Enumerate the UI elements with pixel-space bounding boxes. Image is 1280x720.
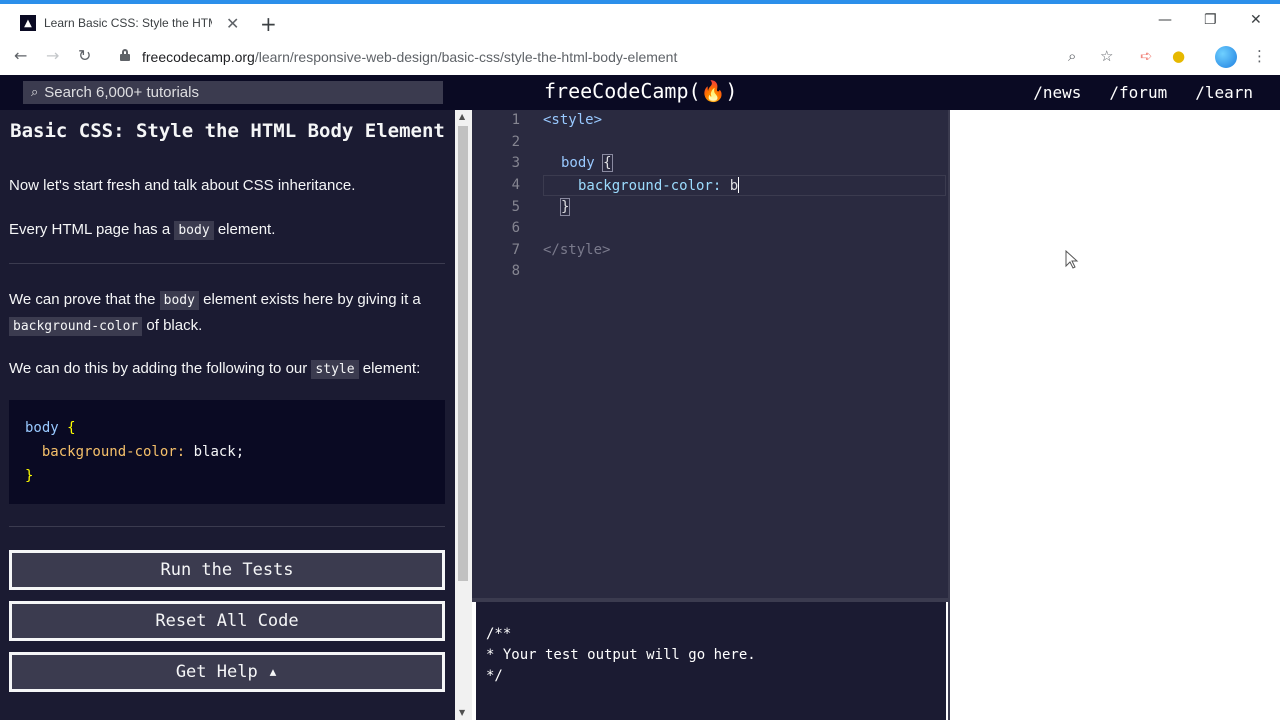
code-line-5: } <box>559 198 571 216</box>
fcc-navbar: ⌕ Search 6,000+ tutorials freeCodeCamp(🔥… <box>0 75 1280 110</box>
instructions-scrollbar[interactable]: ▲ ▼ <box>455 110 472 720</box>
line-number: 7 <box>511 242 520 258</box>
test-output-panel: /** * Your test output will go here. */ <box>476 602 946 720</box>
code-line-3: body { <box>561 154 613 172</box>
text: element exists here by giving it a <box>203 291 421 308</box>
url-path: /learn/responsive-web-design/basic-css/s… <box>254 49 678 65</box>
search-input[interactable]: ⌕ Search 6,000+ tutorials <box>23 81 443 104</box>
nav-link-news[interactable]: /news <box>1033 83 1081 102</box>
text-cursor <box>738 177 740 193</box>
code-value: b <box>729 178 739 194</box>
reload-icon[interactable]: ↻ <box>78 46 91 65</box>
line-number: 8 <box>511 263 520 279</box>
fcc-logo[interactable]: freeCodeCamp(🔥) <box>544 79 737 103</box>
text: element. <box>217 221 276 238</box>
inline-code: style <box>311 360 359 379</box>
inline-code: body <box>174 221 214 240</box>
text: of black. <box>146 317 203 334</box>
search-placeholder: Search 6,000+ tutorials <box>44 84 199 101</box>
nav-link-forum[interactable]: /forum <box>1109 83 1167 102</box>
bookmark-star-icon[interactable]: ☆ <box>1100 47 1113 65</box>
code-line-4: background-color: b <box>578 177 740 194</box>
code-selector: body <box>561 155 595 171</box>
extension-arrow-icon[interactable]: ➪ <box>1140 47 1153 65</box>
new-tab-icon[interactable]: + <box>260 12 277 36</box>
profile-avatar[interactable] <box>1215 46 1237 68</box>
freecodecamp-favicon-icon: ▲ <box>20 15 36 31</box>
scrollbar-thumb[interactable] <box>458 126 468 581</box>
url-domain: freecodecamp.org <box>142 49 255 65</box>
challenge-title: Basic CSS: Style the HTML Body Element <box>10 120 445 142</box>
paragraph-style-element: We can do this by adding the following t… <box>9 356 449 382</box>
text: We can prove that the <box>9 291 156 308</box>
search-icon: ⌕ <box>31 85 39 100</box>
menu-kebab-icon[interactable]: ⋮ <box>1252 47 1267 65</box>
mouse-pointer-icon <box>1065 250 1079 269</box>
code-value: black; <box>193 444 245 460</box>
code-property: background-color: <box>578 178 722 194</box>
paragraph-body-element: Every HTML page has a body element. <box>9 217 449 243</box>
run-tests-button[interactable]: Run the Tests <box>9 550 445 590</box>
scroll-down-icon[interactable]: ▼ <box>459 708 465 717</box>
reset-code-button[interactable]: Reset All Code <box>9 601 445 641</box>
line-number: 2 <box>511 134 520 150</box>
minimize-icon[interactable]: — <box>1158 12 1172 28</box>
extension-honey-icon[interactable]: ● <box>1172 47 1185 65</box>
code-editor[interactable]: 1 2 3 4 5 6 7 8 <style> body { backgroun… <box>472 110 948 598</box>
code-brace: { <box>602 154 613 172</box>
zoom-search-icon[interactable]: ⌕ <box>1068 47 1076 65</box>
inline-code: background-color <box>9 317 143 336</box>
paragraph-prove: We can prove that the body element exist… <box>9 287 449 339</box>
browser-toolbar: ← → ↻ freecodecamp.org/learn/responsive-… <box>0 38 1280 75</box>
example-code-block: body { background-color: black; } <box>9 400 445 504</box>
instructions-panel: Basic CSS: Style the HTML Body Element N… <box>0 110 455 720</box>
lock-icon <box>120 49 130 61</box>
back-icon[interactable]: ← <box>14 46 27 65</box>
line-number: 6 <box>511 220 520 236</box>
line-number: 5 <box>511 199 520 215</box>
line-number: 3 <box>511 155 520 171</box>
inline-code: body <box>159 291 199 310</box>
browser-tab[interactable]: ▲ Learn Basic CSS: Style the HTML Body E… <box>8 8 248 38</box>
forward-icon[interactable]: → <box>46 46 59 65</box>
code-line-7: </style> <box>543 242 611 258</box>
get-help-button[interactable]: Get Help ▴ <box>9 652 445 692</box>
nav-links: /news /forum /learn <box>1033 83 1253 102</box>
code-line-1: <style> <box>543 112 603 128</box>
code-brace: } <box>559 198 571 216</box>
tab-close-icon[interactable]: ✕ <box>226 14 239 33</box>
restore-icon[interactable]: ❐ <box>1204 12 1217 28</box>
line-number: 4 <box>511 177 520 193</box>
preview-pane <box>948 110 1280 720</box>
divider <box>9 263 445 264</box>
code-property: background-color: <box>41 444 186 460</box>
address-bar[interactable]: freecodecamp.org/learn/responsive-web-de… <box>142 49 677 65</box>
text: Every HTML page has a <box>9 221 171 238</box>
text: We can do this by adding the following t… <box>9 360 308 377</box>
code-brace: } <box>25 468 34 484</box>
tab-strip: ▲ Learn Basic CSS: Style the HTML Body E… <box>0 4 1280 38</box>
close-window-icon[interactable]: ✕ <box>1250 12 1262 28</box>
code-selector: body <box>25 420 59 436</box>
line-number: 1 <box>511 112 520 128</box>
nav-link-learn[interactable]: /learn <box>1195 83 1253 102</box>
divider <box>9 526 445 527</box>
text: element: <box>362 360 421 377</box>
tab-title: Learn Basic CSS: Style the HTML Body Ele… <box>44 16 212 30</box>
scroll-up-icon[interactable]: ▲ <box>459 112 465 121</box>
code-brace: { <box>67 420 76 436</box>
paragraph-inheritance: Now let's start fresh and talk about CSS… <box>9 177 356 194</box>
